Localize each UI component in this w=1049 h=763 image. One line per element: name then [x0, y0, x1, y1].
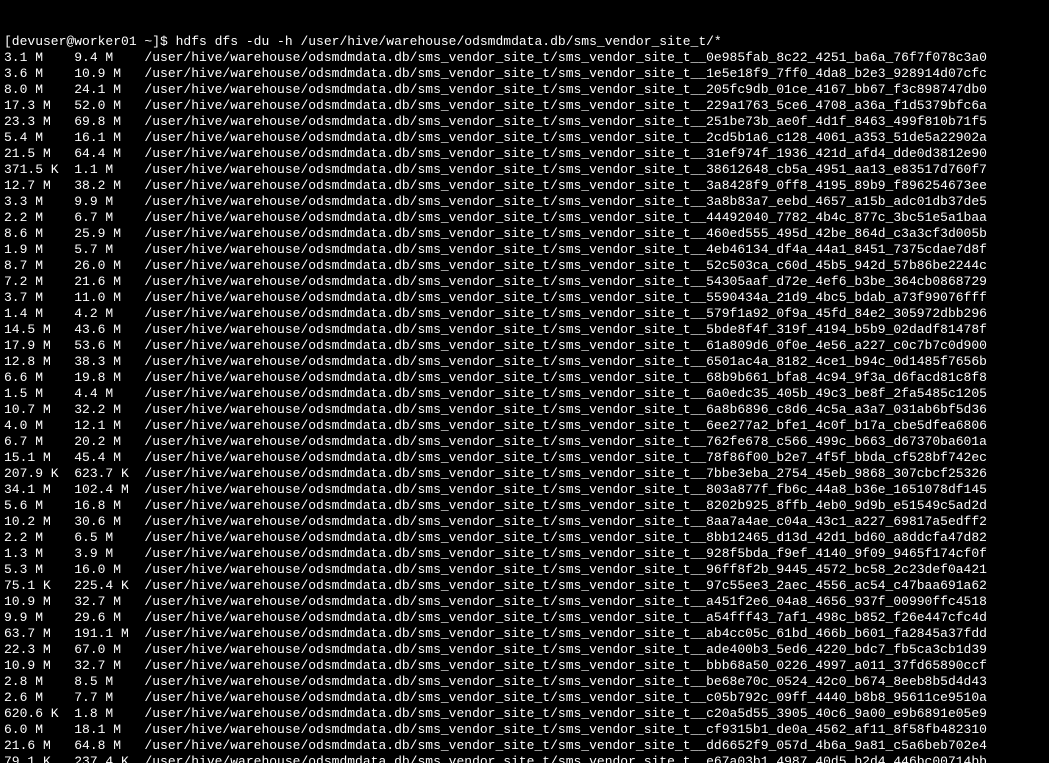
du-output-row: 10.2 M 30.6 M /user/hive/warehouse/odsmd…: [4, 514, 1045, 530]
du-output-row: 79.1 K 237.4 K /user/hive/warehouse/odsm…: [4, 754, 1045, 763]
du-output-row: 22.3 M 67.0 M /user/hive/warehouse/odsmd…: [4, 642, 1045, 658]
du-output-row: 12.7 M 38.2 M /user/hive/warehouse/odsmd…: [4, 178, 1045, 194]
du-output-row: 6.6 M 19.8 M /user/hive/warehouse/odsmdm…: [4, 370, 1045, 386]
du-output-row: 3.3 M 9.9 M /user/hive/warehouse/odsmdmd…: [4, 194, 1045, 210]
du-output-row: 5.3 M 16.0 M /user/hive/warehouse/odsmdm…: [4, 562, 1045, 578]
du-output-row: 1.3 M 3.9 M /user/hive/warehouse/odsmdmd…: [4, 546, 1045, 562]
du-output-row: 21.5 M 64.4 M /user/hive/warehouse/odsmd…: [4, 146, 1045, 162]
du-output-row: 63.7 M 191.1 M /user/hive/warehouse/odsm…: [4, 626, 1045, 642]
du-output-row: 14.5 M 43.6 M /user/hive/warehouse/odsmd…: [4, 322, 1045, 338]
du-output-row: 3.1 M 9.4 M /user/hive/warehouse/odsmdmd…: [4, 50, 1045, 66]
du-output-row: 3.6 M 10.9 M /user/hive/warehouse/odsmdm…: [4, 66, 1045, 82]
du-output-row: 23.3 M 69.8 M /user/hive/warehouse/odsmd…: [4, 114, 1045, 130]
du-output-row: 9.9 M 29.6 M /user/hive/warehouse/odsmdm…: [4, 610, 1045, 626]
du-output-row: 207.9 K 623.7 K /user/hive/warehouse/ods…: [4, 466, 1045, 482]
du-output-row: 6.7 M 20.2 M /user/hive/warehouse/odsmdm…: [4, 434, 1045, 450]
du-output-row: 4.0 M 12.1 M /user/hive/warehouse/odsmdm…: [4, 418, 1045, 434]
du-output-row: 5.4 M 16.1 M /user/hive/warehouse/odsmdm…: [4, 130, 1045, 146]
terminal[interactable]: [devuser@worker01 ~]$ hdfs dfs -du -h /u…: [0, 0, 1049, 763]
du-output-row: 75.1 K 225.4 K /user/hive/warehouse/odsm…: [4, 578, 1045, 594]
du-output-row: 17.9 M 53.6 M /user/hive/warehouse/odsmd…: [4, 338, 1045, 354]
du-output-row: 34.1 M 102.4 M /user/hive/warehouse/odsm…: [4, 482, 1045, 498]
du-output-row: 2.8 M 8.5 M /user/hive/warehouse/odsmdmd…: [4, 674, 1045, 690]
du-output-row: 1.5 M 4.4 M /user/hive/warehouse/odsmdmd…: [4, 386, 1045, 402]
du-output-row: 1.4 M 4.2 M /user/hive/warehouse/odsmdmd…: [4, 306, 1045, 322]
du-output-row: 2.2 M 6.5 M /user/hive/warehouse/odsmdmd…: [4, 530, 1045, 546]
du-output-row: 17.3 M 52.0 M /user/hive/warehouse/odsmd…: [4, 98, 1045, 114]
du-output-row: 10.9 M 32.7 M /user/hive/warehouse/odsmd…: [4, 658, 1045, 674]
du-output-row: 2.2 M 6.7 M /user/hive/warehouse/odsmdmd…: [4, 210, 1045, 226]
du-output-row: 10.9 M 32.7 M /user/hive/warehouse/odsmd…: [4, 594, 1045, 610]
du-output-row: 12.8 M 38.3 M /user/hive/warehouse/odsmd…: [4, 354, 1045, 370]
du-output-row: 2.6 M 7.7 M /user/hive/warehouse/odsmdmd…: [4, 690, 1045, 706]
du-output-row: 8.0 M 24.1 M /user/hive/warehouse/odsmdm…: [4, 82, 1045, 98]
du-output-row: 8.6 M 25.9 M /user/hive/warehouse/odsmdm…: [4, 226, 1045, 242]
du-output-row: 15.1 M 45.4 M /user/hive/warehouse/odsmd…: [4, 450, 1045, 466]
du-output-row: 5.6 M 16.8 M /user/hive/warehouse/odsmdm…: [4, 498, 1045, 514]
du-output-row: 371.5 K 1.1 M /user/hive/warehouse/odsmd…: [4, 162, 1045, 178]
du-output-row: 10.7 M 32.2 M /user/hive/warehouse/odsmd…: [4, 402, 1045, 418]
du-output-row: 1.9 M 5.7 M /user/hive/warehouse/odsmdmd…: [4, 242, 1045, 258]
du-output-row: 8.7 M 26.0 M /user/hive/warehouse/odsmdm…: [4, 258, 1045, 274]
du-output-row: 6.0 M 18.1 M /user/hive/warehouse/odsmdm…: [4, 722, 1045, 738]
du-output-row: 7.2 M 21.6 M /user/hive/warehouse/odsmdm…: [4, 274, 1045, 290]
du-output-row: 3.7 M 11.0 M /user/hive/warehouse/odsmdm…: [4, 290, 1045, 306]
du-output-row: 620.6 K 1.8 M /user/hive/warehouse/odsmd…: [4, 706, 1045, 722]
du-output-row: 21.6 M 64.8 M /user/hive/warehouse/odsmd…: [4, 738, 1045, 754]
prompt-line[interactable]: [devuser@worker01 ~]$ hdfs dfs -du -h /u…: [4, 34, 1045, 50]
